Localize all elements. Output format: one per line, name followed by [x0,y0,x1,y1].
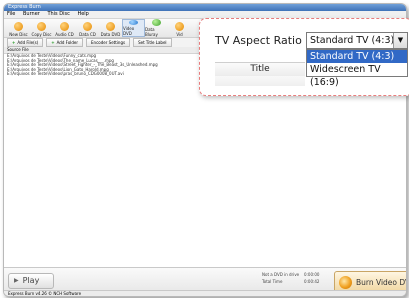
zoom-callout: TV Aspect Ratio Standard TV (4:3) ▼ Stan… [199,18,409,96]
copy-disc-icon [37,22,46,31]
selected-value: Standard TV (4:3) [310,35,395,46]
video-button[interactable]: Vid [168,19,191,37]
tv-aspect-ratio-select[interactable]: Standard TV (4:3) ▼ [306,32,408,49]
total-time-value: 0:00:42 [304,279,320,284]
video-dvd-icon [129,20,138,25]
data-dvd-button[interactable]: Data DVD [99,19,122,37]
data-cd-icon [83,22,92,31]
set-title-button[interactable]: Set Title Label [133,38,172,47]
burn-disc-icon [339,275,352,289]
add-folder-button[interactable]: + Add Folder [46,38,84,47]
plus-icon: + [12,40,16,45]
data-dvd-icon [106,22,115,31]
tv-aspect-ratio-label: TV Aspect Ratio [215,34,302,47]
option-standard-tv[interactable]: Standard TV (4:3) [307,50,407,63]
status-bar: Express Burn v4.26 © NCH Software [4,290,406,296]
disc-status-label: Not a DVD in drive [262,272,300,277]
new-disc-button[interactable]: New Disc [7,19,30,37]
menu-file[interactable]: File [7,11,15,17]
menu-help[interactable]: Help [77,11,88,17]
title-row [215,76,305,86]
encoder-settings-button[interactable]: Encoder Settings [86,38,131,47]
window-title: Express Burn [4,4,406,11]
title-column-header[interactable]: Title [215,62,305,77]
plus-icon: + [51,40,55,45]
data-bluray-button[interactable]: Data Bluray [145,19,168,37]
option-widescreen-tv[interactable]: Widescreen TV (16:9) [307,63,407,88]
copy-disc-button[interactable]: Copy Disc [30,19,53,37]
video-icon [175,22,184,31]
bluray-icon [152,19,161,26]
new-disc-icon [14,22,23,31]
menu-burner[interactable]: Burner [23,11,40,17]
total-time-label: Total Time [262,279,283,284]
dropdown-arrow-icon[interactable]: ▼ [393,33,407,48]
menu-this-disc[interactable]: This Disc [47,11,69,17]
play-button[interactable]: ▶ Play [8,273,54,289]
row-source: E:\Arquivos de Teste\Videos\pras_bruno_C… [7,71,124,76]
audio-cd-icon [60,22,69,31]
audio-cd-button[interactable]: Audio CD [53,19,76,37]
aspect-ratio-options: Standard TV (4:3) Widescreen TV (16:9) [306,49,408,88]
play-icon: ▶ [14,277,19,284]
add-files-button[interactable]: + Add File(s) [7,38,44,47]
disc-status-value: 0:00:00 [304,272,320,277]
data-cd-button[interactable]: Data CD [76,19,99,37]
video-dvd-button[interactable]: Video DVD [122,19,145,37]
